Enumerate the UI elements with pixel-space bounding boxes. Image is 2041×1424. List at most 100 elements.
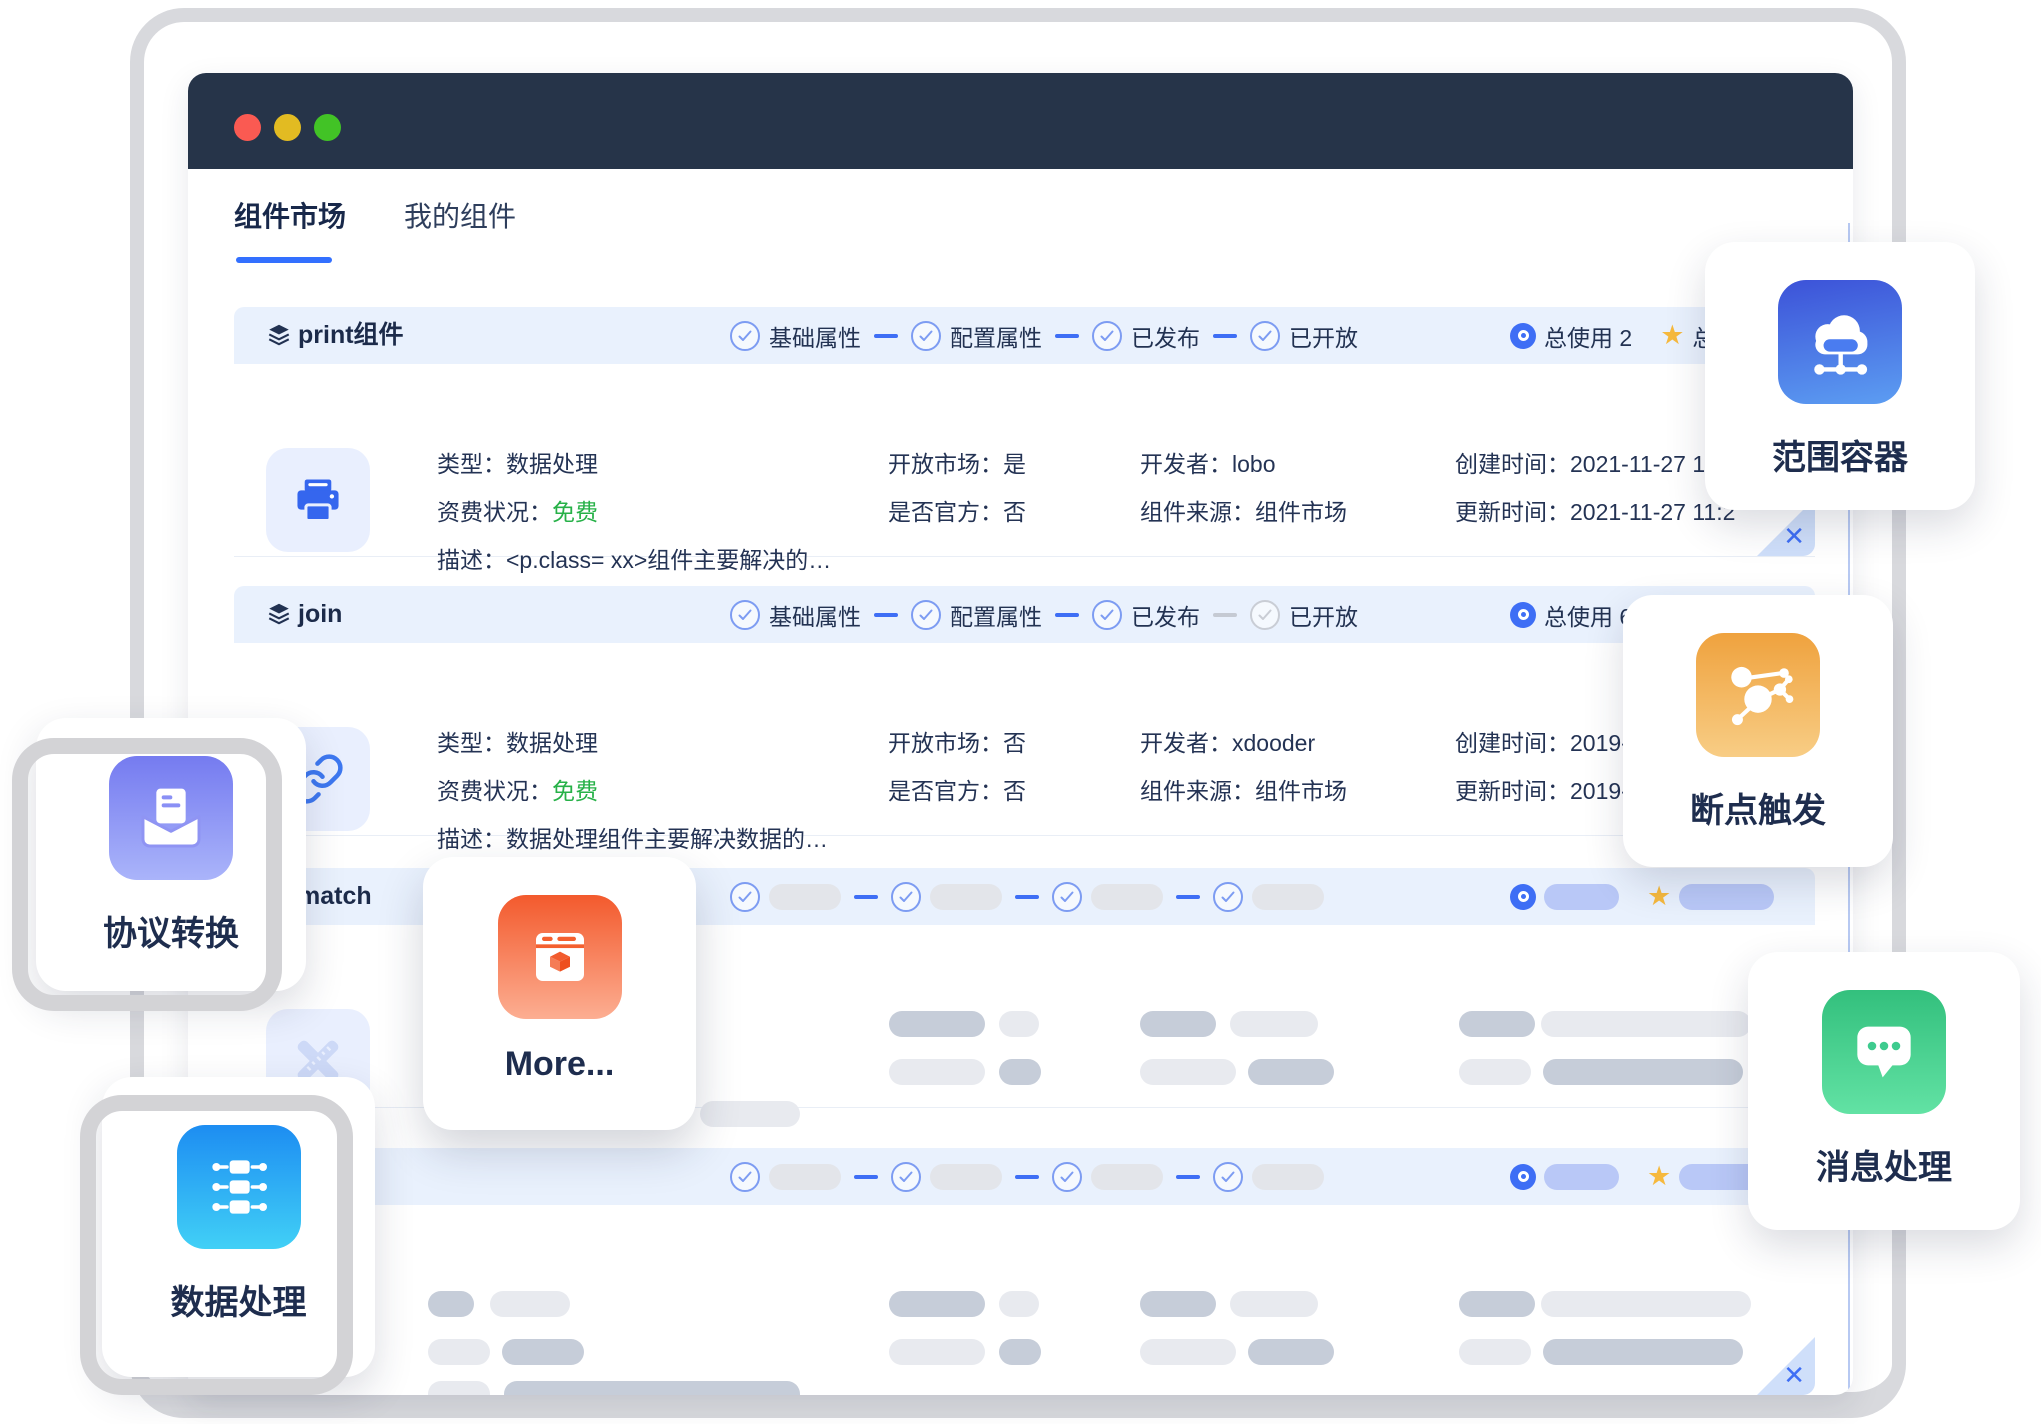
check-circle-icon [891, 1162, 921, 1192]
window-titlebar [188, 73, 1853, 169]
data-processing-icon [177, 1125, 301, 1249]
printer-icon [266, 448, 370, 552]
skeleton-pill [1140, 1011, 1216, 1037]
check-circle-icon [1250, 321, 1280, 351]
skeleton-pill [999, 1011, 1039, 1037]
skeleton-pill [1459, 1339, 1531, 1365]
star-icon: ★ [1660, 322, 1684, 349]
step-connector [1213, 334, 1237, 338]
field-desc: 描述：<p.class= xx>组件主要解决的… [437, 536, 831, 584]
skeleton-pill [999, 1339, 1041, 1365]
message-processing-icon [1822, 990, 1946, 1114]
step-connector [1213, 613, 1237, 617]
category-card-protocol-conversion[interactable]: 协议转换 [36, 718, 306, 991]
usage-icon [1510, 323, 1536, 349]
skeleton-pill [769, 1164, 841, 1190]
step-label: 基础属性 [769, 598, 861, 632]
close-window-button[interactable] [234, 114, 261, 141]
component-name: print组件 [298, 307, 404, 364]
skeleton-pill [889, 1291, 985, 1317]
field-official: 是否官方：否 [888, 767, 1026, 815]
step-indicator-skeleton [730, 1148, 1324, 1205]
star-icon: ★ [1647, 1163, 1671, 1190]
star-icon: ★ [1647, 883, 1671, 910]
skeleton-pill [1230, 1291, 1318, 1317]
field-developer: 开发者：xdooder [1140, 719, 1347, 767]
step-label: 已开放 [1289, 319, 1358, 353]
tab-bar: 组件市场 我的组件 [234, 195, 516, 263]
field-updated: 更新时间：2021-11-27 11:2 [1455, 488, 1735, 536]
check-circle-icon [1213, 1162, 1243, 1192]
category-card-data-processing[interactable]: 数据处理 [102, 1077, 375, 1377]
active-tab-indicator [236, 257, 332, 263]
skeleton-pill [1459, 1011, 1535, 1037]
step-indicator: 基础属性 配置属性 已发布 已开放 [730, 586, 1358, 643]
check-circle-icon [891, 882, 921, 912]
category-label: 范围容器 [1772, 430, 1908, 479]
step-connector [874, 613, 898, 617]
skeleton-pill [999, 1291, 1039, 1317]
check-circle-icon [1092, 321, 1122, 351]
check-circle-icon [730, 600, 760, 630]
step-connector [874, 334, 898, 338]
skeleton-pill [889, 1339, 985, 1365]
skeleton-pill [502, 1339, 584, 1365]
check-circle-icon [911, 321, 941, 351]
skeleton-pill [1541, 1011, 1751, 1037]
category-card-breakpoint-trigger[interactable]: 断点触发 [1623, 595, 1893, 867]
step-connector [1055, 334, 1079, 338]
check-circle-icon [1052, 882, 1082, 912]
skeleton-pill [889, 1011, 985, 1037]
check-circle-icon [1052, 1162, 1082, 1192]
minimize-window-button[interactable] [274, 114, 301, 141]
step-connector [1015, 1175, 1039, 1179]
field-updated: 更新时间：2019-1 [1455, 767, 1642, 815]
tab-my-components[interactable]: 我的组件 [404, 195, 516, 263]
scope-container-icon [1778, 280, 1902, 404]
breakpoint-trigger-icon [1696, 633, 1820, 757]
maximize-window-button[interactable] [314, 114, 341, 141]
usage-icon [1510, 884, 1536, 910]
usage-count: 总使用 6 [1544, 598, 1632, 632]
component-card-print: print组件 基础属性 配置属性 已发布 已开放 总使用 2 ★ 总评分 [234, 307, 1815, 557]
skeleton-pill [1091, 884, 1163, 910]
field-open-market: 开放市场：是 [888, 440, 1026, 488]
check-circle-icon [730, 882, 760, 912]
field-type: 类型：数据处理 [437, 440, 831, 488]
skeleton-pill [1459, 1291, 1535, 1317]
component-card-join: join 基础属性 配置属性 已发布 已开放 总使用 6 ★ 总评分 [234, 586, 1815, 836]
step-connector [1176, 1175, 1200, 1179]
field-created: 创建时间：2019-1 [1455, 719, 1642, 767]
component-card-skeleton: ★ ✕ [234, 1148, 1815, 1395]
component-name: match [298, 868, 372, 925]
skeleton-pill [930, 1164, 1002, 1190]
skeleton-pill [1140, 1291, 1216, 1317]
skeleton-pill [1252, 884, 1324, 910]
skeleton-pill [428, 1339, 490, 1365]
tab-label: 组件市场 [234, 201, 346, 232]
check-circle-icon [1213, 882, 1243, 912]
close-icon[interactable]: ✕ [1783, 1360, 1805, 1391]
step-label: 已发布 [1131, 598, 1200, 632]
skeleton-pill [1679, 884, 1774, 910]
skeleton-pill [1543, 1059, 1743, 1085]
step-label: 已开放 [1289, 598, 1358, 632]
skeleton-pill [1230, 1011, 1318, 1037]
skeleton-pill [1541, 1291, 1751, 1317]
step-indicator: 基础属性 配置属性 已发布 已开放 [730, 307, 1358, 364]
category-card-more[interactable]: More... [423, 857, 696, 1130]
close-icon[interactable]: ✕ [1783, 521, 1805, 552]
skeleton-pill [700, 1101, 800, 1127]
step-connector [854, 1175, 878, 1179]
category-card-message-processing[interactable]: 消息处理 [1748, 952, 2020, 1230]
card-stats-skeleton: ★ [1510, 868, 1774, 925]
category-card-scope-container[interactable]: 范围容器 [1705, 242, 1975, 510]
usage-icon [1510, 1164, 1536, 1190]
card-stats-skeleton: ★ [1510, 1148, 1774, 1205]
skeleton-pill [930, 884, 1002, 910]
tab-component-market[interactable]: 组件市场 [234, 195, 346, 263]
step-label: 配置属性 [950, 598, 1042, 632]
protocol-conversion-icon [109, 756, 233, 880]
check-circle-icon [730, 1162, 760, 1192]
step-label: 配置属性 [950, 319, 1042, 353]
